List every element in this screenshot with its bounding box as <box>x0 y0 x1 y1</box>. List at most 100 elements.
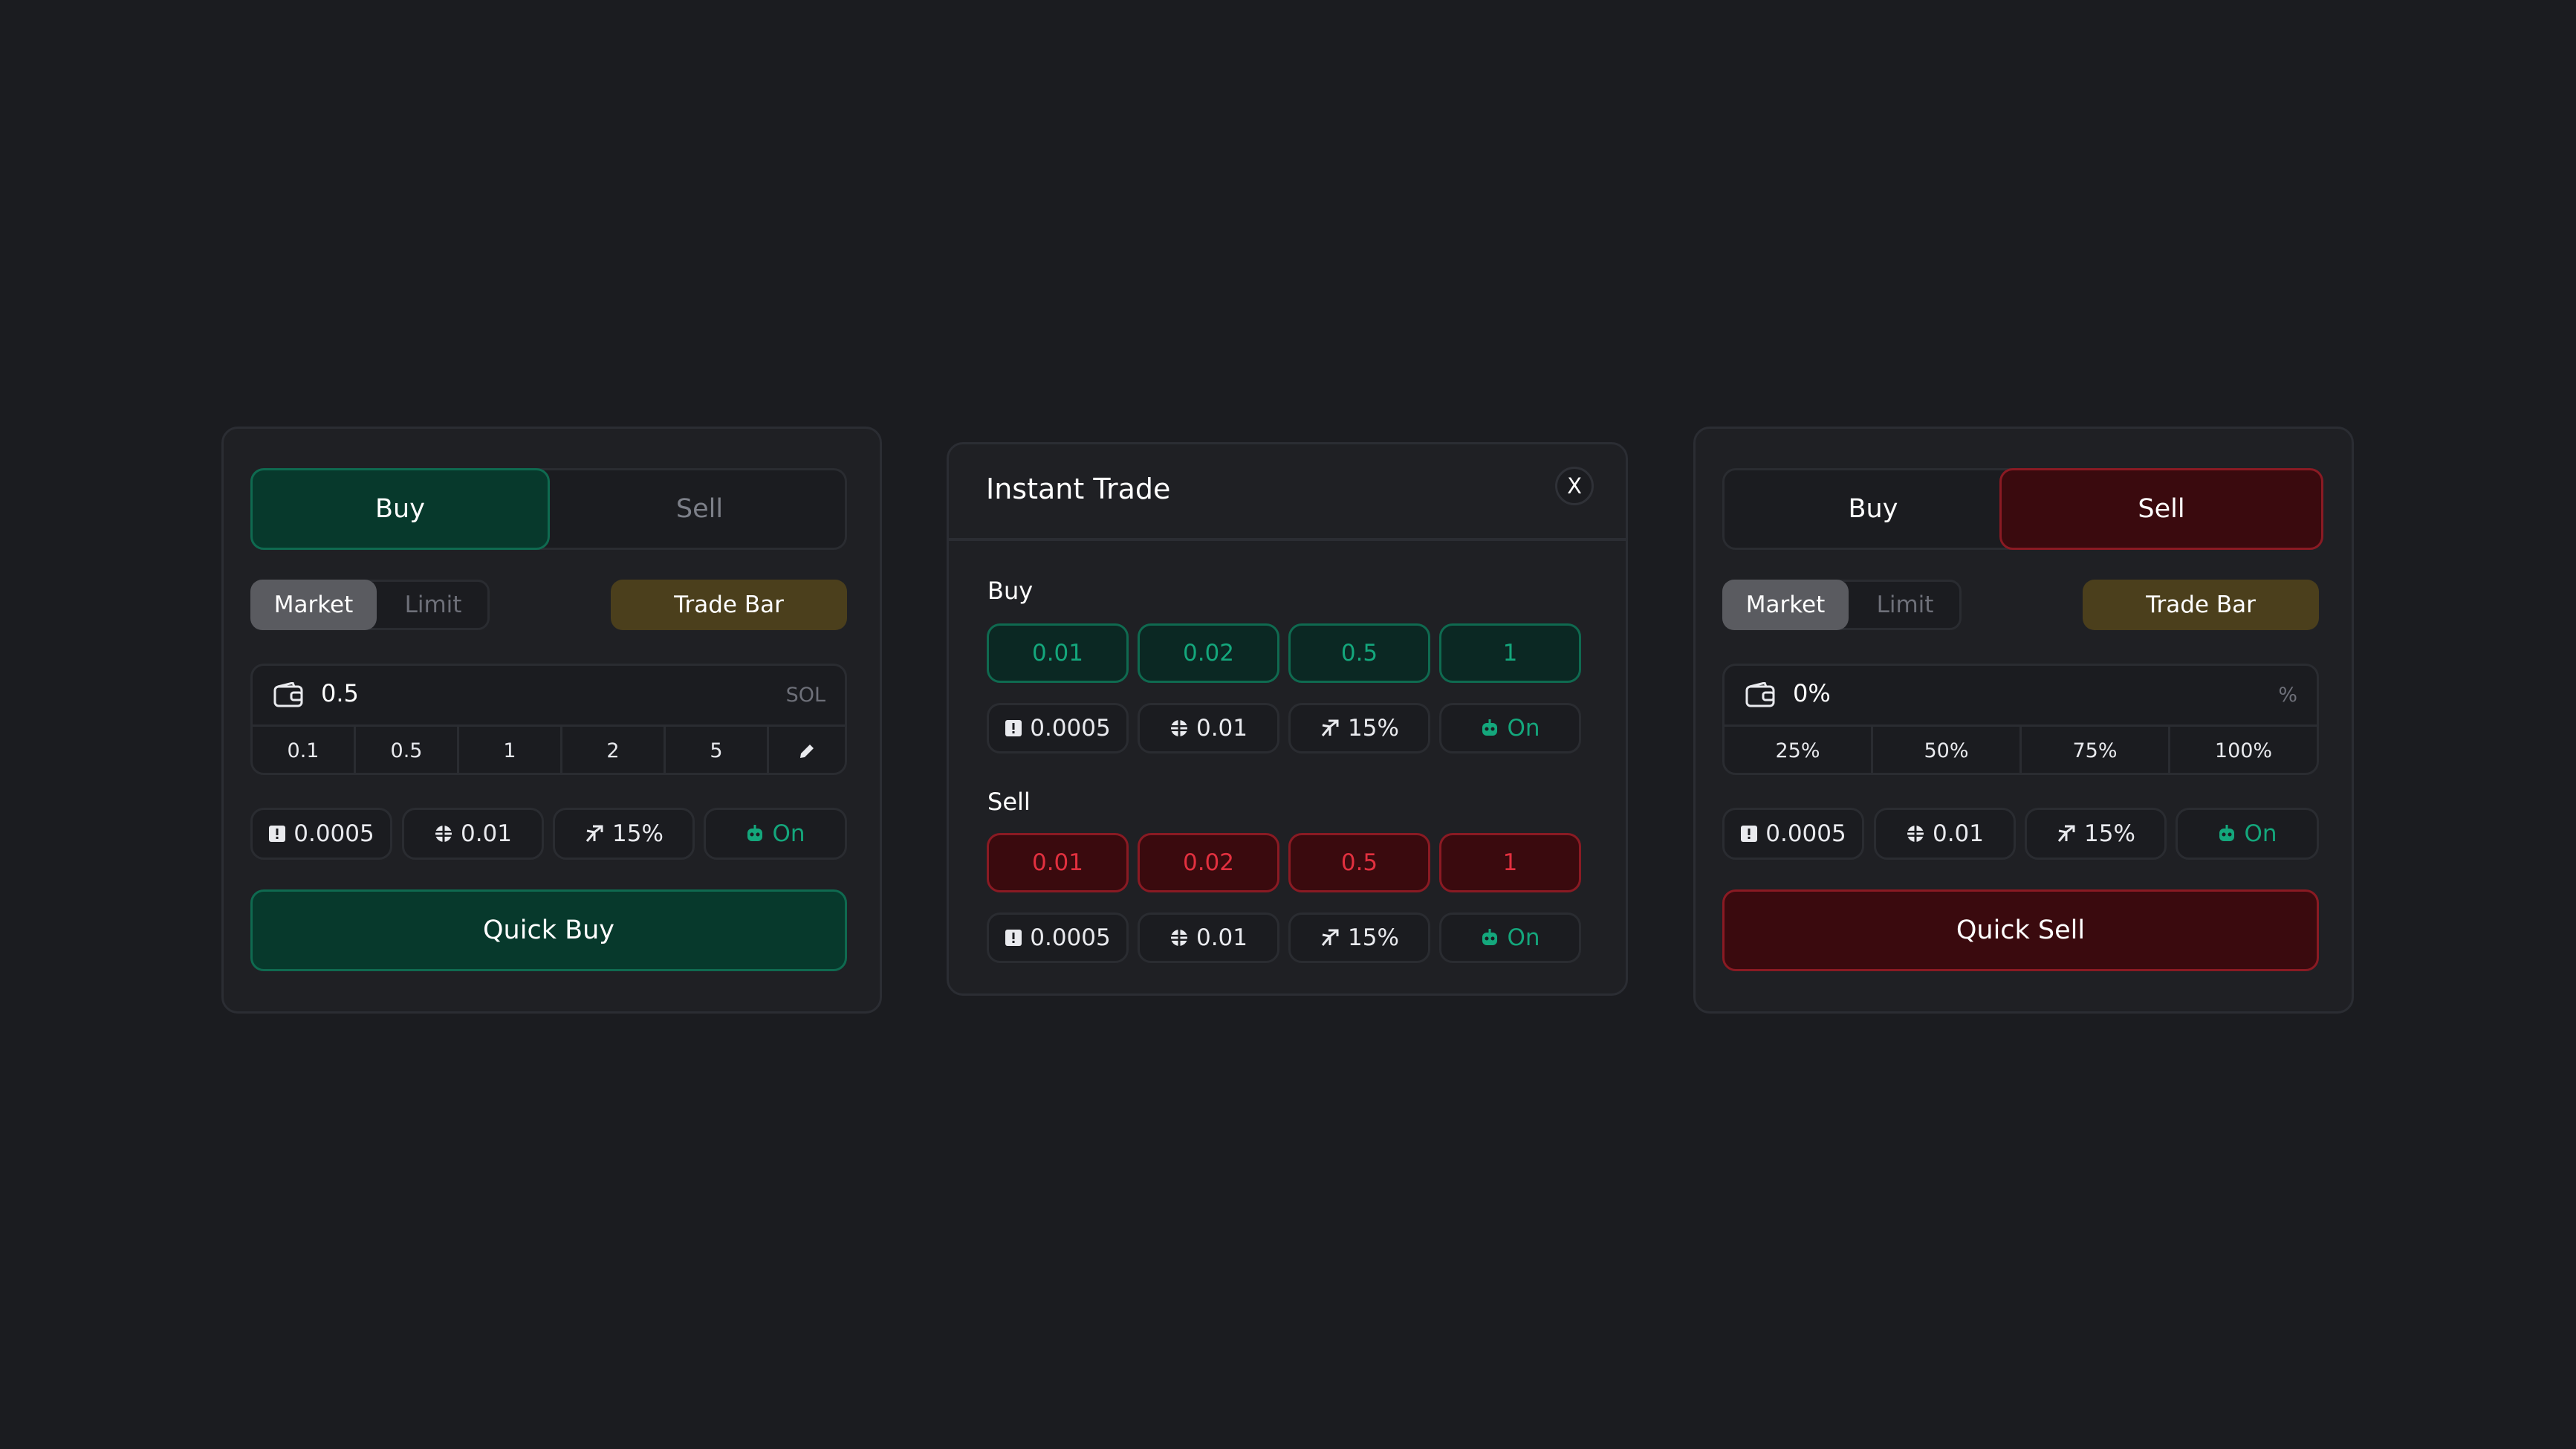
order-type-limit[interactable]: Limit <box>377 580 490 630</box>
slippage-icon <box>1321 929 1339 946</box>
amount-unit: % <box>2278 684 2297 707</box>
sell-slippage-setting[interactable]: 15% <box>1288 912 1430 963</box>
tab-sell[interactable]: Sell <box>550 468 849 550</box>
priority-fee-setting[interactable]: 0.0005 <box>1722 808 1864 860</box>
bribe-value: 0.01 <box>460 820 513 847</box>
mev-value: On <box>1507 924 1540 951</box>
preset-amount[interactable]: 2 <box>562 727 666 773</box>
coin-icon <box>1170 720 1187 736</box>
pencil-icon <box>800 744 814 758</box>
instant-buy-button[interactable]: 0.01 <box>987 623 1129 683</box>
slippage-icon <box>2057 825 2075 842</box>
divider <box>949 538 1626 541</box>
bribe-setting[interactable]: 0.01 <box>1874 808 2016 860</box>
sell-section-label: Sell <box>987 788 1031 816</box>
amount-value[interactable]: 0.5 <box>321 679 359 707</box>
coin-icon <box>1170 930 1187 946</box>
bribe-value: 0.01 <box>1195 715 1248 742</box>
instant-sell-button[interactable]: 0.5 <box>1288 833 1430 892</box>
mev-value: On <box>772 820 805 847</box>
alert-icon <box>1005 930 1022 946</box>
robot-icon <box>1482 719 1498 736</box>
amount-unit: SOL <box>785 684 825 707</box>
quick-buy-button[interactable]: Quick Buy <box>250 889 847 971</box>
amount-presets: 0.1 0.5 1 2 5 <box>253 727 845 773</box>
close-button[interactable]: X <box>1555 467 1594 505</box>
preset-percent[interactable]: 75% <box>2022 727 2170 773</box>
coin-icon <box>1907 826 1924 842</box>
amount-input-row[interactable]: 0.5 SOL <box>253 666 845 727</box>
preset-amount[interactable]: 0.1 <box>253 727 356 773</box>
priority-fee-setting[interactable]: 0.0005 <box>250 808 392 860</box>
mev-value: On <box>2244 820 2277 847</box>
buy-bribe-setting[interactable]: 0.01 <box>1138 703 1279 753</box>
edit-presets-button[interactable] <box>769 727 845 773</box>
amount-box: 0.5 SOL 0.1 0.5 1 2 5 <box>250 664 847 775</box>
preset-percent[interactable]: 100% <box>2170 727 2317 773</box>
order-type-toggle: Market Limit <box>250 580 490 630</box>
buy-sell-toggle: Buy Sell <box>1722 468 2323 550</box>
robot-icon <box>747 825 763 841</box>
robot-icon <box>1482 929 1498 945</box>
bribe-setting[interactable]: 0.01 <box>402 808 544 860</box>
bribe-value: 0.01 <box>1195 924 1248 951</box>
sell-mev-protection-setting[interactable]: On <box>1439 912 1581 963</box>
buy-section-label: Buy <box>987 577 1034 605</box>
slippage-value: 15% <box>1348 715 1399 742</box>
instant-buy-button[interactable]: 1 <box>1439 623 1581 683</box>
buy-mev-protection-setting[interactable]: On <box>1439 703 1581 753</box>
sell-trade-panel: Buy Sell Market Limit Trade Bar 0% % 25%… <box>1693 427 2354 1014</box>
tab-sell[interactable]: Sell <box>1999 468 2323 550</box>
preset-percent[interactable]: 50% <box>1873 727 2022 773</box>
buy-sell-toggle: Buy Sell <box>250 468 847 550</box>
preset-amount[interactable]: 1 <box>459 727 562 773</box>
slippage-value: 15% <box>2084 820 2135 847</box>
instant-buy-button[interactable]: 0.02 <box>1138 623 1279 683</box>
tab-buy[interactable]: Buy <box>1725 468 2022 550</box>
instant-sell-button[interactable]: 0.01 <box>987 833 1129 892</box>
alert-icon <box>269 826 286 842</box>
amount-presets: 25% 50% 75% 100% <box>1725 727 2317 773</box>
priority-fee-value: 0.0005 <box>1765 820 1846 847</box>
quick-sell-button[interactable]: Quick Sell <box>1722 889 2319 971</box>
buy-priority-fee-setting[interactable]: 0.0005 <box>987 703 1129 753</box>
mev-protection-setting[interactable]: On <box>2176 808 2319 860</box>
sell-priority-fee-setting[interactable]: 0.0005 <box>987 912 1129 963</box>
priority-fee-value: 0.0005 <box>1030 715 1111 742</box>
amount-value[interactable]: 0% <box>1793 679 1831 707</box>
wallet-icon <box>1745 682 1775 707</box>
mev-value: On <box>1507 715 1540 742</box>
amount-box: 0% % 25% 50% 75% 100% <box>1722 664 2319 775</box>
preset-amount[interactable]: 0.5 <box>356 727 459 773</box>
priority-fee-value: 0.0005 <box>1030 924 1111 951</box>
slippage-icon <box>1321 719 1339 736</box>
sell-bribe-setting[interactable]: 0.01 <box>1138 912 1279 963</box>
instant-sell-button[interactable]: 1 <box>1439 833 1581 892</box>
priority-fee-value: 0.0005 <box>293 820 374 847</box>
instant-buy-button[interactable]: 0.5 <box>1288 623 1430 683</box>
order-type-toggle: Market Limit <box>1722 580 1962 630</box>
buy-slippage-setting[interactable]: 15% <box>1288 703 1430 753</box>
preset-percent[interactable]: 25% <box>1725 727 1873 773</box>
slippage-value: 15% <box>1348 924 1399 951</box>
wallet-icon <box>273 682 303 707</box>
order-type-limit[interactable]: Limit <box>1849 580 1962 630</box>
slippage-setting[interactable]: 15% <box>553 808 695 860</box>
slippage-setting[interactable]: 15% <box>2025 808 2167 860</box>
order-type-market[interactable]: Market <box>1722 580 1849 630</box>
amount-input-row[interactable]: 0% % <box>1725 666 2317 727</box>
order-type-market[interactable]: Market <box>250 580 377 630</box>
coin-icon <box>435 826 452 842</box>
tab-buy[interactable]: Buy <box>250 468 550 550</box>
alert-icon <box>1005 720 1022 736</box>
mev-protection-setting[interactable]: On <box>704 808 847 860</box>
panel-title: Instant Trade <box>986 473 1171 505</box>
trade-bar-button[interactable]: Trade Bar <box>2083 580 2319 630</box>
instant-trade-panel: Instant Trade X Buy 0.01 0.02 0.5 1 0.00… <box>947 442 1628 996</box>
alert-icon <box>1741 826 1758 842</box>
buy-trade-panel: Buy Sell Market Limit Trade Bar 0.5 SOL … <box>221 427 882 1014</box>
preset-amount[interactable]: 5 <box>666 727 769 773</box>
trade-bar-button[interactable]: Trade Bar <box>611 580 847 630</box>
robot-icon <box>2219 825 2235 841</box>
instant-sell-button[interactable]: 0.02 <box>1138 833 1279 892</box>
